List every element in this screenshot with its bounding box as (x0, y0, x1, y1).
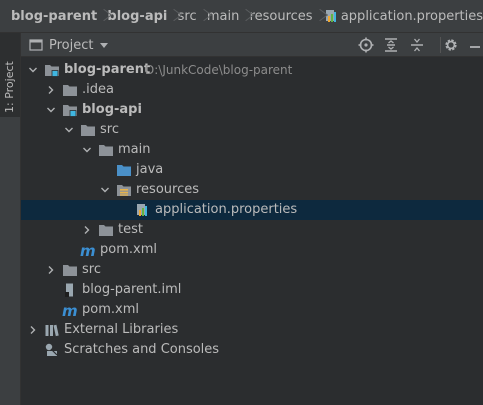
tree-row-label: resources (136, 182, 200, 197)
project-view-icon (29, 39, 43, 51)
module-folder-icon (45, 65, 59, 77)
breadcrumb-item-src[interactable]: src (178, 0, 197, 33)
tree-row-application-properties[interactable]: application.properties (21, 200, 483, 220)
resources-folder-icon (117, 185, 131, 196)
tree-row-scratches[interactable]: Scratches and Consoles (21, 340, 483, 360)
folder-icon (99, 145, 113, 156)
toolbar-separator (440, 37, 441, 53)
folder-icon (81, 125, 95, 136)
scratches-icon (45, 343, 58, 356)
chevron-right-icon[interactable] (29, 326, 37, 334)
chevron-down-icon (100, 42, 109, 48)
breadcrumb-item-application-properties[interactable]: application.properties (323, 0, 483, 33)
gear-icon[interactable] (443, 37, 459, 53)
project-tool-tab-label: 1: Project (3, 61, 16, 113)
svg-text:m: m (80, 242, 96, 258)
locate-icon[interactable] (358, 37, 374, 53)
breadcrumb-item-blog-parent[interactable]: blog-parent (11, 0, 97, 33)
tree-row-label: blog-api (82, 102, 142, 117)
tree-row-label: main (118, 142, 151, 157)
maven-icon: m (62, 302, 78, 318)
tree-row-label: application.properties (155, 202, 298, 217)
tree-row-resources[interactable]: resources (21, 180, 483, 200)
breadcrumb-separator (97, 0, 107, 33)
hide-icon[interactable] (467, 37, 483, 53)
tree-row-label: blog-parent.iml (82, 282, 182, 297)
chevron-down-icon[interactable] (47, 106, 55, 114)
breadcrumb-separator (167, 0, 177, 33)
project-view-label: Project (49, 37, 94, 53)
tool-window-strip: 1: Project (0, 33, 21, 405)
tree-row-label: java (136, 162, 164, 177)
project-view-selector[interactable]: Project (29, 33, 109, 57)
breadcrumb-separator (313, 0, 323, 33)
chevron-right-icon[interactable] (47, 266, 55, 274)
tree-row-idea[interactable]: .idea (21, 80, 483, 100)
chevron-down-icon[interactable] (29, 66, 37, 74)
tree-row-label: Scratches and Consoles (64, 342, 220, 357)
svg-text:m: m (62, 302, 78, 318)
tree-row-path: D:\JunkCode\blog-parent (145, 63, 293, 77)
iml-file-icon (65, 283, 73, 297)
project-tool-tab[interactable]: 1: Project (0, 33, 20, 117)
tree-row-pom-xml-parent[interactable]: m pom.xml (21, 300, 483, 320)
tree-row-label: External Libraries (64, 322, 179, 337)
source-folder-icon (117, 165, 131, 176)
tree-row-blog-api[interactable]: blog-api (21, 100, 483, 120)
tree-row-pom-xml[interactable]: m pom.xml (21, 240, 483, 260)
chevron-right-icon[interactable] (83, 226, 91, 234)
chevron-down-icon[interactable] (83, 146, 91, 154)
chevron-right-icon[interactable] (47, 86, 55, 94)
module-folder-icon (63, 105, 77, 117)
tree-row-src[interactable]: src (21, 120, 483, 140)
tree-row-label: test (118, 222, 143, 237)
breadcrumb-item-resources[interactable]: resources (250, 0, 313, 33)
tree-row-blog-parent-iml[interactable]: blog-parent.iml (21, 280, 483, 300)
tree-row-external-libraries[interactable]: External Libraries (21, 320, 483, 340)
properties-file-icon (137, 204, 147, 216)
breadcrumb-item-label: application.properties (340, 8, 483, 24)
folder-icon (99, 225, 113, 236)
chevron-down-icon[interactable] (65, 126, 73, 134)
breadcrumb-item-main[interactable]: main (207, 0, 239, 33)
tree-row-label: pom.xml (100, 242, 157, 257)
tree-row-main[interactable]: main (21, 140, 483, 160)
tree-row-blog-parent[interactable]: blog-parent D:\JunkCode\blog-parent (21, 60, 483, 80)
tree-row-java[interactable]: java (21, 160, 483, 180)
libraries-icon (45, 324, 59, 337)
expand-all-icon[interactable] (383, 37, 399, 53)
breadcrumb-item-blog-api[interactable]: blog-api (107, 0, 167, 33)
folder-icon (63, 265, 77, 276)
maven-icon: m (80, 242, 96, 258)
collapse-all-icon[interactable] (409, 37, 425, 53)
tree-row-label: src (100, 122, 119, 137)
tree-row-test[interactable]: test (21, 220, 483, 240)
folder-icon (63, 85, 77, 96)
tree-row-label: src (82, 262, 101, 277)
tree-row-src-parent[interactable]: src (21, 260, 483, 280)
tree-row-label: blog-parent (64, 62, 151, 77)
breadcrumb: blog-parent blog-api src main resources … (0, 0, 483, 33)
tree-row-label: .idea (82, 82, 114, 97)
breadcrumb-separator (239, 0, 249, 33)
project-panel-header: Project (21, 33, 483, 57)
tree-row-label: pom.xml (82, 302, 139, 317)
breadcrumb-separator (197, 0, 207, 33)
chevron-down-icon[interactable] (101, 186, 109, 194)
